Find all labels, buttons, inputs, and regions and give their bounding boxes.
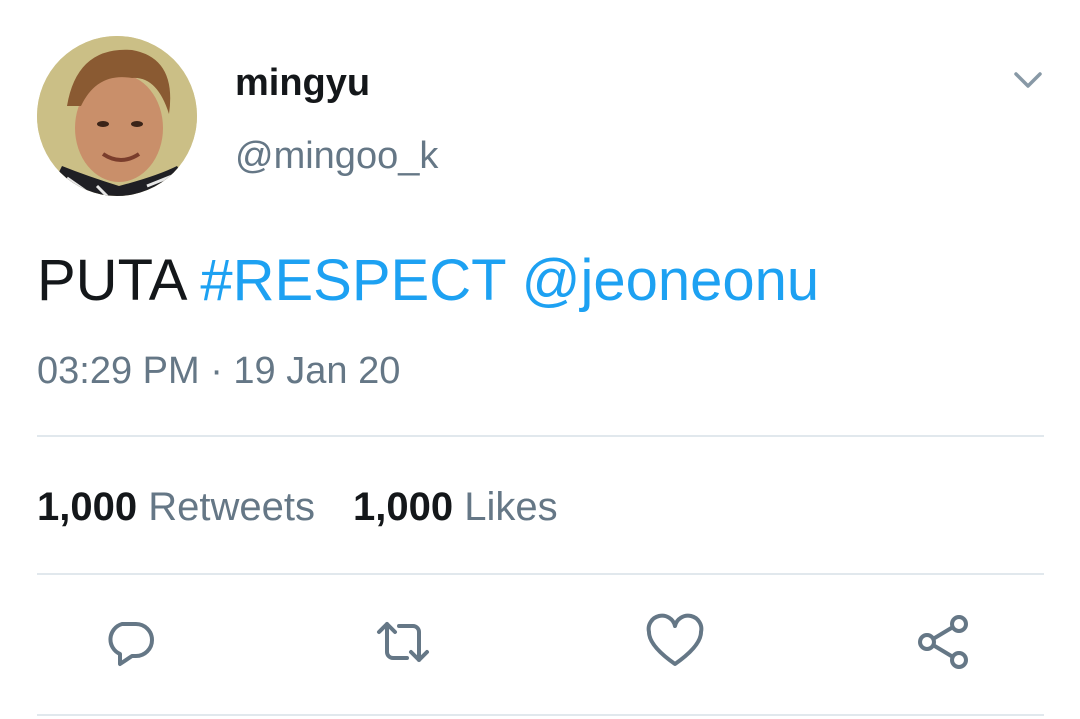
display-name[interactable]: mingyu — [235, 60, 370, 106]
divider — [37, 435, 1044, 437]
reply-button[interactable] — [100, 612, 160, 672]
like-button[interactable] — [645, 612, 705, 672]
retweet-button[interactable] — [373, 612, 433, 672]
tweet-detail: mingyu @mingoo_k PUTA #RESPECT @jeoneonu… — [0, 0, 1080, 719]
chevron-down-icon[interactable] — [1008, 60, 1048, 100]
retweet-icon — [377, 622, 429, 662]
user-handle[interactable]: @mingoo_k — [235, 133, 438, 179]
tweet-text-body: PUTA — [37, 248, 185, 313]
tweet-text: PUTA #RESPECT @jeoneonu — [37, 246, 819, 316]
retweets-label: Retweets — [148, 485, 315, 529]
divider — [37, 573, 1044, 575]
mention-link[interactable]: @jeoneonu — [522, 248, 820, 313]
share-icon — [918, 615, 968, 669]
divider — [37, 714, 1044, 716]
likes-stat[interactable]: 1,000 Likes — [353, 482, 558, 532]
reply-icon — [108, 622, 154, 666]
tweet-timestamp[interactable]: 03:29 PM · 19 Jan 20 — [37, 347, 400, 395]
heart-icon — [646, 613, 704, 666]
likes-count: 1,000 — [352, 485, 454, 529]
retweets-count: 1,000 — [37, 485, 138, 529]
tweet-stats: 1,000 Retweets 1,000 Likes — [37, 482, 558, 532]
retweets-stat[interactable]: 1,000 Retweets — [37, 482, 315, 532]
avatar-image — [37, 36, 197, 196]
share-button[interactable] — [915, 612, 975, 672]
avatar[interactable] — [37, 36, 197, 196]
likes-label: Likes — [464, 485, 558, 529]
hashtag-link[interactable]: #RESPECT — [200, 248, 505, 313]
